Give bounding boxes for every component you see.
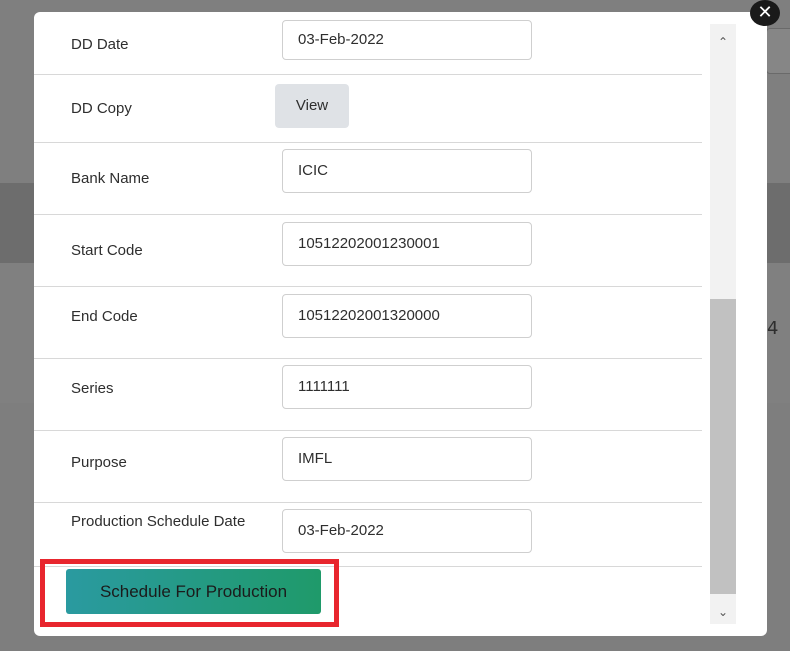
field-row-dd-copy: DD Copy View	[34, 74, 702, 143]
scroll-down-icon[interactable]: ⌄	[710, 600, 736, 624]
field-row-dd-date: DD Date 03-Feb-2022	[34, 12, 702, 75]
production-schedule-date-input[interactable]: 03-Feb-2022	[282, 509, 532, 553]
field-label: Series	[71, 380, 114, 397]
field-row-series: Series 1111111	[34, 358, 702, 431]
field-label: DD Copy	[71, 100, 132, 117]
scrollbar-thumb[interactable]	[710, 299, 736, 594]
field-row-production-schedule-date: Production Schedule Date 03-Feb-2022	[34, 502, 702, 567]
view-button[interactable]: View	[275, 84, 349, 128]
field-label: Production Schedule Date	[71, 513, 246, 530]
modal-scrollbar[interactable]: ⌃ ⌄	[710, 24, 736, 624]
start-code-input[interactable]: 10512202001230001	[282, 222, 532, 266]
scroll-up-icon[interactable]: ⌃	[710, 30, 736, 54]
dd-date-input[interactable]: 03-Feb-2022	[282, 20, 532, 60]
close-icon[interactable]: ✕	[750, 0, 780, 26]
production-modal: DD Date 03-Feb-2022 DD Copy View Bank Na…	[34, 12, 767, 636]
field-row-end-code: End Code 10512202001320000	[34, 286, 702, 359]
background-input	[766, 28, 790, 74]
field-row-purpose: Purpose IMFL	[34, 430, 702, 503]
field-label: Purpose	[71, 454, 127, 471]
purpose-input[interactable]: IMFL	[282, 437, 532, 481]
field-row-start-code: Start Code 10512202001230001	[34, 214, 702, 287]
series-input[interactable]: 1111111	[282, 365, 532, 409]
field-label: Bank Name	[71, 170, 150, 187]
field-label: End Code	[71, 308, 138, 325]
highlight-annotation	[40, 559, 339, 627]
field-label: DD Date	[71, 36, 129, 53]
background-number: 4	[767, 318, 779, 339]
field-row-bank-name: Bank Name ICIC	[34, 142, 702, 215]
bank-name-input[interactable]: ICIC	[282, 149, 532, 193]
end-code-input[interactable]: 10512202001320000	[282, 294, 532, 338]
field-label: Start Code	[71, 242, 143, 259]
